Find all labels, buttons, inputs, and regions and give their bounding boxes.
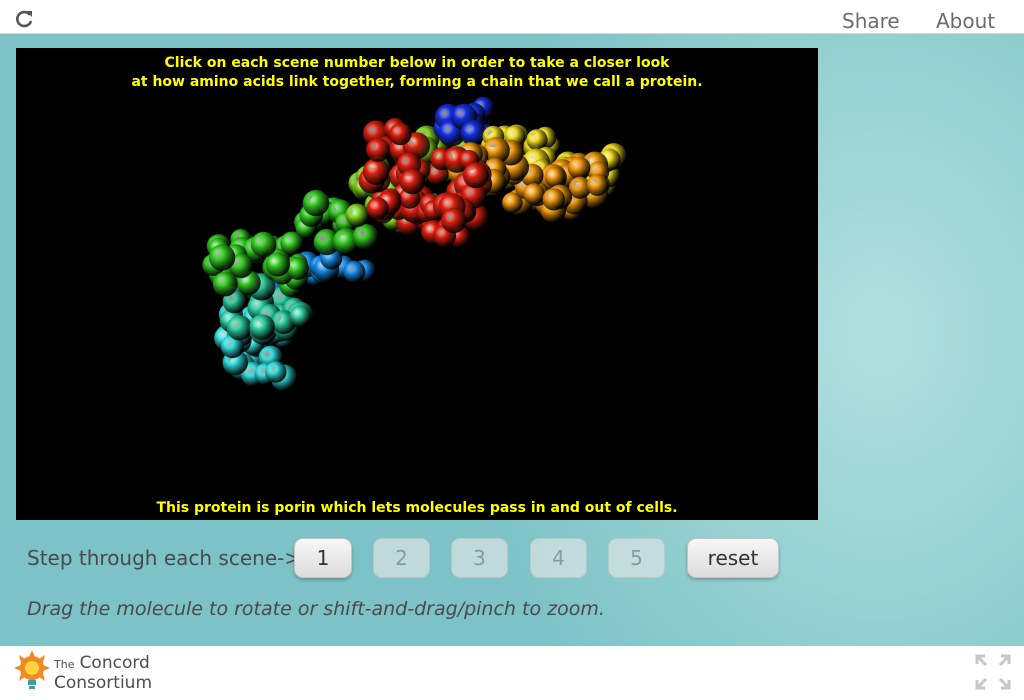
atom [208,244,236,271]
share-link[interactable]: Share [842,9,900,33]
atom [226,315,252,341]
atom [343,260,366,283]
scene-3-button[interactable]: 3 [451,538,508,578]
atom [265,361,287,383]
atom [352,224,379,250]
atom [586,174,609,196]
scene-1-button[interactable]: 1 [294,538,352,578]
concord-logo-text[interactable]: The Concord Consortium [54,654,152,692]
atom [345,203,369,227]
reset-button[interactable]: reset [687,538,779,578]
atom [502,192,523,213]
atom [265,252,290,277]
top-bar: Share About [0,0,1024,34]
fullscreen-icon[interactable] [973,652,1013,692]
main-area: Click on each scene number below in orde… [0,34,1024,646]
atom [289,305,312,327]
atom [463,162,489,189]
atom [366,137,391,162]
logo-concord: Concord [79,653,150,673]
atom [389,122,412,146]
atom [249,314,275,340]
logo-the: The [54,658,75,671]
molecule-viewer[interactable]: Click on each scene number below in orde… [16,48,818,520]
atom [286,257,309,280]
reload-icon[interactable] [14,9,34,29]
atom [441,207,467,234]
about-link[interactable]: About [936,9,995,33]
protein-molecule[interactable] [16,48,818,520]
scene-4-button[interactable]: 4 [530,538,587,578]
step-label: Step through each scene-> [27,546,302,570]
atom [302,189,330,217]
atom [399,168,426,195]
atom [523,183,545,205]
atom [567,156,591,180]
footer: The Concord Consortium [0,646,1024,700]
scene-2-button[interactable]: 2 [373,538,430,578]
logo-consortium: Consortium [54,673,153,693]
atom [366,197,389,220]
interaction-hint: Drag the molecule to rotate or shift-and… [27,598,605,620]
concord-logo-icon[interactable] [12,650,52,696]
scene-5-button[interactable]: 5 [608,538,665,578]
atom [362,158,390,185]
viewer-caption: This protein is porin which lets molecul… [156,500,678,516]
atom [544,166,566,188]
atom [542,188,565,211]
